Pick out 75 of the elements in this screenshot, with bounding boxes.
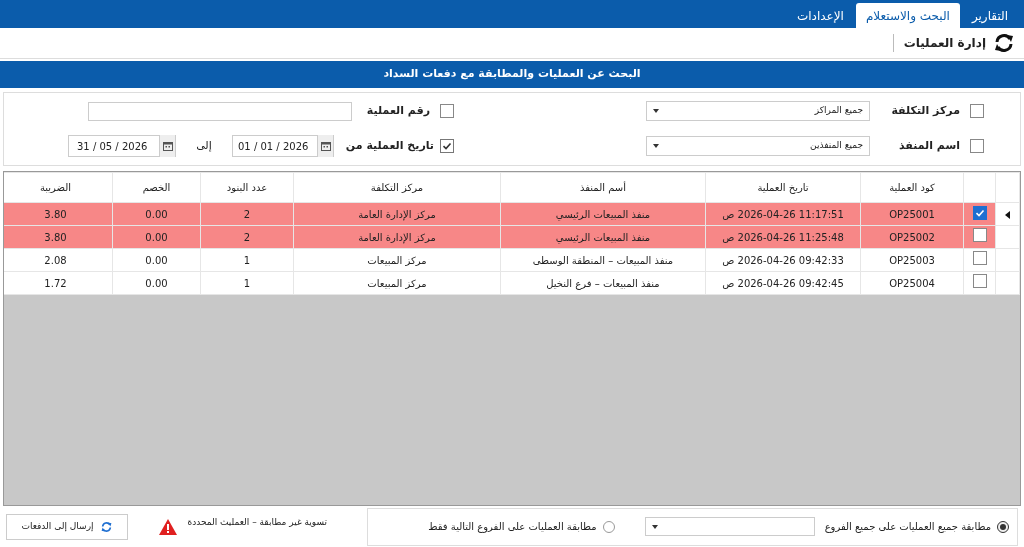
input-field[interactable] [88, 101, 352, 121]
filter-label: تاريخ العملية من [344, 137, 434, 154]
radio-button[interactable] [997, 520, 1009, 533]
table-cell: 3.80 [44, 208, 67, 220]
column-header[interactable]: الخصم [112, 172, 201, 203]
filter-label: رقم العملية [365, 102, 430, 119]
dropdown[interactable]: جميع المنفذين [646, 136, 870, 156]
table-cell: مركز الإدارة العامة [358, 231, 436, 243]
date-field[interactable]: 01 / 01 / 2026 [232, 135, 334, 157]
table-cell: 2 [243, 231, 251, 243]
checkbox[interactable] [972, 206, 987, 220]
caret-icon [653, 144, 659, 148]
refresh-icon[interactable] [994, 34, 1014, 52]
checkbox[interactable] [972, 274, 987, 288]
checkbox[interactable] [970, 139, 984, 153]
checkmark-icon [974, 208, 985, 218]
table-cell: 3.80 [44, 231, 67, 243]
table-cell: 0.00 [145, 208, 168, 220]
caret-icon [653, 109, 659, 113]
checkbox[interactable] [972, 228, 987, 242]
warning-icon [159, 518, 178, 535]
column-header[interactable]: كود العملية [860, 172, 964, 203]
row-pointer-icon [1005, 210, 1010, 219]
send-button[interactable]: إرسال إلى الدفعات [6, 513, 128, 540]
radio-button[interactable] [602, 520, 615, 533]
table-cell: منفذ المبيعات – فرع النخيل [546, 277, 660, 289]
filter-label: مركز التكلفة [890, 102, 960, 119]
table-cell: 0.00 [145, 254, 168, 266]
table-cell: مركز الإدارة العامة [358, 208, 436, 220]
table-cell: 09:42:45 2026-04-26 ص [722, 277, 844, 289]
table-cell: منفذ المبيعات – المنطقة الوسطى [532, 254, 674, 266]
table-cell: 11:25:48 2026-04-26 ص [722, 231, 844, 243]
checkbox[interactable] [972, 251, 987, 265]
checkbox[interactable] [440, 139, 454, 153]
table-cell: مركز المبيعات [367, 277, 427, 289]
table-cell: 2.08 [44, 254, 67, 266]
dropdown[interactable]: جميع المراكز [646, 101, 870, 121]
table-cell: 2 [243, 208, 251, 220]
filter-label: اسم المنفذ [897, 137, 960, 154]
table-cell: 09:42:33 2026-04-26 ص [722, 254, 844, 266]
table-cell: 1 [243, 254, 251, 266]
column-header[interactable]: أسم المنفذ [500, 172, 706, 203]
radio-label[interactable]: مطابقة جميع العمليات على جميع الفروع [824, 519, 991, 534]
calendar-icon[interactable] [317, 135, 333, 157]
checkbox[interactable] [970, 104, 984, 118]
table-cell: 0.00 [145, 231, 168, 243]
column-header[interactable]: مركز التكلفة [293, 172, 501, 203]
table-cell: OP25003 [889, 254, 935, 266]
tab[interactable]: الإعدادات [786, 3, 854, 28]
toolbar-title: إدارة العمليات [892, 34, 986, 52]
table-cell: مركز المبيعات [367, 254, 427, 266]
tab[interactable]: البحث والاستعلام [855, 3, 960, 28]
column-header[interactable]: تاريخ العملية [705, 172, 861, 203]
refresh-icon [101, 521, 113, 532]
table-cell: 0.00 [145, 277, 168, 289]
filter-label: إلى [195, 137, 213, 154]
tab[interactable]: التقارير [961, 3, 1018, 28]
table-cell: OP25002 [889, 231, 935, 243]
table-cell: OP25001 [889, 208, 935, 220]
table-cell: OP25004 [889, 277, 935, 289]
column-header[interactable]: عدد البنود [200, 172, 294, 203]
table-cell: منفذ المبيعات الرئيسي [555, 208, 651, 220]
calendar-icon[interactable] [159, 135, 175, 157]
section-banner: البحث عن العمليات والمطابقة مع دفعات السداد [0, 61, 1024, 88]
caret-icon [651, 524, 658, 529]
checkmark-icon [442, 141, 452, 151]
warning-text: تسوية غير مطابقة – العمليث المحددة [187, 516, 327, 529]
table-cell: 1 [243, 277, 251, 289]
table-cell: 11:17:51 2026-04-26 ص [722, 208, 844, 220]
radio-label[interactable]: مطابقة العمليات على الفروع التالية فقط [428, 519, 597, 534]
date-field[interactable]: 31 / 05 / 2026 [68, 135, 176, 157]
checkbox[interactable] [440, 104, 454, 118]
column-header[interactable]: الضريبة [4, 172, 113, 203]
table-cell: منفذ المبيعات الرئيسي [555, 231, 651, 243]
table-cell: 1.72 [44, 277, 67, 289]
